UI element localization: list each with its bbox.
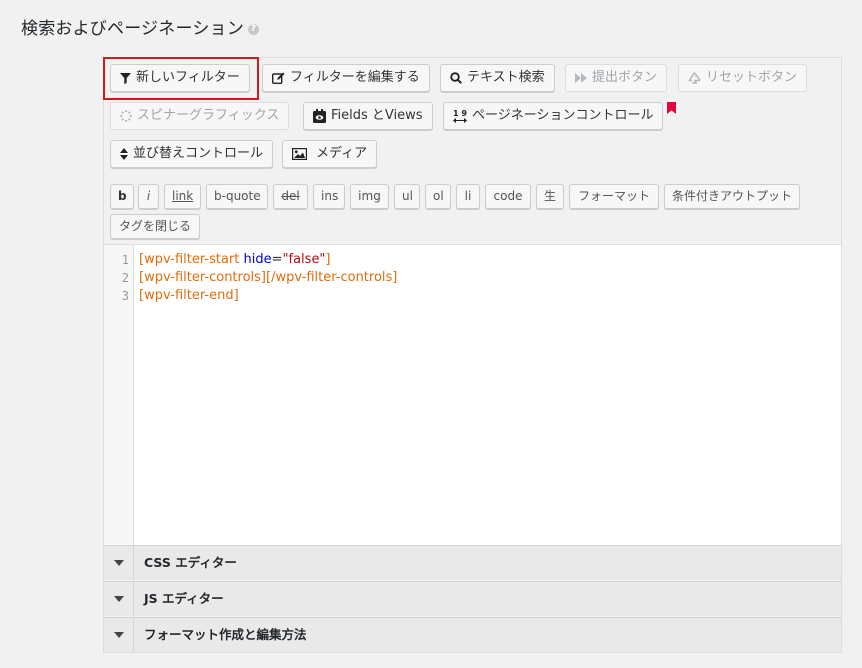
sort-control-label: 並び替えコントロール: [133, 146, 264, 161]
code-content[interactable]: [wpv-filter-start hide="false"] [wpv-fil…: [139, 251, 397, 305]
text-search-button[interactable]: テキスト検索: [440, 64, 555, 92]
shortcode-eq: =: [271, 252, 283, 267]
spinner-icon: [120, 110, 132, 122]
quicktag-ins[interactable]: ins: [313, 184, 345, 209]
code-line: [wpv-filter-controls][/wpv-filter-contro…: [139, 270, 398, 285]
sort-control-button[interactable]: 並び替えコントロール: [110, 140, 274, 168]
quicktag-ul[interactable]: ul: [394, 184, 420, 209]
line-number-gutter: 1 2 3: [104, 245, 134, 545]
pagination-control-label: ページネーションコントロール: [472, 108, 654, 123]
fields-views-label: Fields とViews: [331, 108, 423, 123]
js-editor-accordion[interactable]: JS エディター: [104, 581, 841, 616]
fast-forward-icon: [575, 73, 587, 83]
reset-button[interactable]: リセットボタン: [678, 64, 808, 92]
quicktag-li[interactable]: li: [456, 184, 480, 209]
quicktag-conditional-output[interactable]: 条件付きアウトプット: [664, 184, 800, 209]
css-editor-accordion[interactable]: CSS エディター: [104, 545, 841, 580]
quicktag-link[interactable]: link: [164, 184, 201, 209]
pagination-icon: 1 9: [453, 109, 467, 123]
views-icon: [313, 109, 326, 123]
help-icon[interactable]: ?: [247, 23, 259, 35]
shortcode-attr: hide: [243, 252, 272, 267]
quicktag-format[interactable]: フォーマット: [569, 184, 659, 209]
search-icon: [450, 72, 462, 84]
quicktag-del[interactable]: del: [273, 184, 308, 209]
accordion-label: CSS エディター: [144, 555, 237, 570]
quicktag-b[interactable]: b: [110, 184, 134, 209]
submit-button-label: 提出ボタン: [592, 70, 658, 85]
edit-filter-label: フィルターを編集する: [290, 70, 420, 85]
edit-filter-button[interactable]: フィルターを編集する: [262, 64, 430, 92]
page-title-text: 検索およびページネーション: [21, 19, 244, 39]
accordion-label: フォーマット作成と編集方法: [144, 627, 307, 642]
quicktag-close-tags[interactable]: タグを閉じる: [110, 214, 200, 239]
quicktag-i[interactable]: i: [138, 184, 159, 209]
shortcode-close: ]: [325, 252, 331, 267]
media-label: メディア: [316, 146, 368, 161]
accordion-label: JS エディター: [144, 591, 224, 606]
quicktag-img[interactable]: img: [350, 184, 389, 209]
edit-icon: [272, 72, 285, 84]
caret-down-icon[interactable]: [104, 618, 134, 652]
shortcode-open: [wpv-filter-start: [139, 252, 244, 267]
reset-button-label: リセットボタン: [706, 70, 798, 85]
pagination-control-button[interactable]: 1 9 ページネーションコントロール: [443, 102, 664, 130]
format-help-accordion[interactable]: フォーマット作成と編集方法: [104, 617, 841, 652]
caret-down-icon[interactable]: [104, 582, 134, 616]
page-title: 検索およびページネーション?: [21, 14, 259, 39]
shortcode-string: "false": [282, 252, 326, 267]
fields-views-button[interactable]: Fields とViews: [303, 102, 433, 130]
text-search-label: テキスト検索: [467, 70, 545, 85]
quicktag-raw[interactable]: 生: [536, 184, 564, 209]
code-editor[interactable]: 1 2 3 [wpv-filter-start hide="false"] [w…: [104, 244, 841, 545]
submit-button[interactable]: 提出ボタン: [565, 64, 668, 92]
spinner-graphics-button[interactable]: スピナーグラフィックス: [110, 102, 290, 130]
quicktag-ol[interactable]: ol: [425, 184, 451, 209]
code-line: [wpv-filter-start hide="false"]: [139, 251, 397, 269]
media-button[interactable]: メディア: [282, 140, 378, 168]
highlight-box: [103, 57, 259, 100]
sort-icon: [120, 148, 128, 160]
quicktag-b-quote[interactable]: b-quote: [206, 184, 268, 209]
line-number: 3: [121, 289, 129, 303]
code-line: [wpv-filter-end]: [139, 288, 239, 303]
quicktag-code[interactable]: code: [485, 184, 531, 209]
pagination-icon-text: 1 9: [453, 109, 467, 118]
line-number: 1: [121, 253, 129, 267]
spinner-graphics-label: スピナーグラフィックス: [137, 108, 280, 123]
caret-down-icon[interactable]: [104, 546, 134, 580]
recycle-icon: [688, 72, 701, 84]
line-number: 2: [121, 271, 129, 285]
image-icon: [292, 148, 307, 160]
